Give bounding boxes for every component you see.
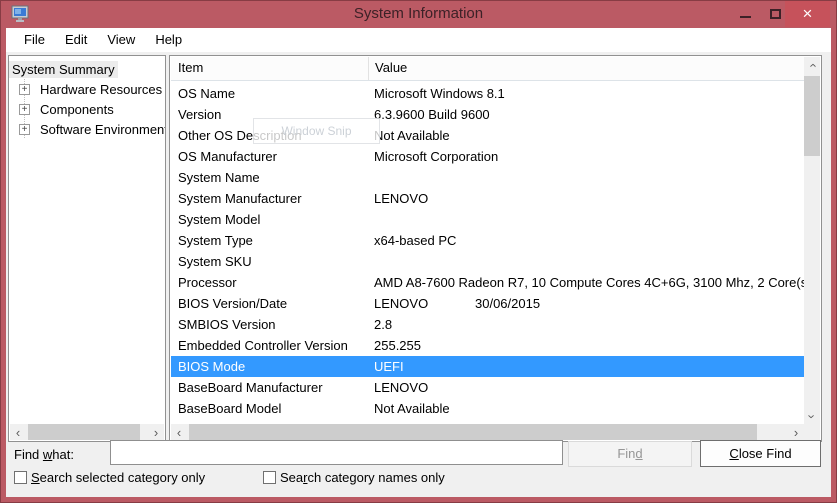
menu-view[interactable]: View <box>97 28 145 52</box>
item-cell: System Model <box>171 209 368 230</box>
item-cell: Embedded Controller Version <box>171 335 368 356</box>
find-input[interactable] <box>110 440 563 465</box>
minimize-button[interactable] <box>732 0 758 27</box>
value-cell: Not Available <box>368 125 804 146</box>
search-selected-category-checkbox[interactable] <box>14 471 27 484</box>
value-cell: LENOVO <box>368 377 804 398</box>
find-button[interactable]: Find <box>568 441 692 467</box>
table-row[interactable]: Embedded Controller Version255.255 <box>171 335 804 356</box>
table-row[interactable]: System Name <box>171 167 804 188</box>
scroll-right-icon[interactable]: › <box>148 424 164 440</box>
item-cell: Processor <box>171 272 368 293</box>
value-cell: Microsoft Windows 8.1 <box>368 83 804 104</box>
value-cell: LENOVO <box>368 188 804 209</box>
close-button[interactable]: × <box>785 1 830 27</box>
search-category-names-option: Search category names only <box>263 470 445 485</box>
menu-file[interactable]: File <box>14 28 55 52</box>
value-cell: 2.8 <box>368 314 804 335</box>
list-header: Item Value <box>171 57 804 81</box>
tree-item-software-environment[interactable]: +Software Environment <box>9 120 148 140</box>
menu-help[interactable]: Help <box>145 28 192 52</box>
item-cell: SMBIOS Version <box>171 314 368 335</box>
table-row[interactable]: SMBIOS Version2.8 <box>171 314 804 335</box>
find-what-label: Find what: <box>14 447 74 462</box>
menu-edit[interactable]: Edit <box>55 28 97 52</box>
tree-horizontal-scrollbar[interactable]: ‹ › <box>10 424 164 440</box>
menu-bar: FileEditViewHelp <box>6 28 831 52</box>
tree-items: System Summary+Hardware Resources+Compon… <box>9 60 148 140</box>
value-cell <box>368 167 804 188</box>
tree-hscroll-thumb[interactable] <box>28 424 140 440</box>
list-horizontal-scrollbar[interactable]: ‹ › <box>171 424 804 440</box>
table-row[interactable]: BaseBoard ManufacturerLENOVO <box>171 377 804 398</box>
maximize-icon <box>770 9 781 19</box>
system-information-window: System Information × FileEditViewHelp Sy… <box>0 0 837 503</box>
table-row[interactable]: ProcessorAMD A8-7600 Radeon R7, 10 Compu… <box>171 272 804 293</box>
value-cell: Microsoft Corporation <box>368 146 804 167</box>
value-cell: UEFI <box>368 356 804 377</box>
tree-item-system-summary[interactable]: System Summary <box>9 60 148 80</box>
expand-icon[interactable]: + <box>19 104 30 115</box>
item-cell: BIOS Version/Date <box>171 293 368 314</box>
scroll-up-icon[interactable]: › <box>804 57 820 73</box>
detail-list-pane: Item Value OS NameMicrosoft Windows 8.1 V… <box>169 55 822 442</box>
snip-ghost-overlay: Window Snip <box>253 118 380 144</box>
category-tree-pane: System Summary+Hardware Resources+Compon… <box>8 55 166 442</box>
table-row[interactable]: BIOS Version/DateLENOVO30/06/2015 <box>171 293 804 314</box>
column-header-item[interactable]: Item <box>171 57 368 80</box>
list-vscroll-thumb[interactable] <box>804 76 820 156</box>
item-cell: System Name <box>171 167 368 188</box>
table-row[interactable]: BIOS ModeUEFI <box>171 356 804 377</box>
scroll-right-icon[interactable]: › <box>788 424 804 440</box>
item-cell: System SKU <box>171 251 368 272</box>
table-row[interactable]: BaseBoard ModelNot Available <box>171 398 804 419</box>
list-vertical-scrollbar[interactable]: › › <box>804 57 820 424</box>
title-bar[interactable]: System Information × <box>0 0 837 28</box>
search-selected-category-label[interactable]: Search selected category only <box>31 470 205 485</box>
item-cell: System Manufacturer <box>171 188 368 209</box>
search-selected-category-option: Search selected category only <box>14 470 205 485</box>
table-row[interactable]: System ManufacturerLENOVO <box>171 188 804 209</box>
search-category-names-label[interactable]: Search category names only <box>280 470 445 485</box>
value-cell: 255.255 <box>368 335 804 356</box>
window-title: System Information <box>0 0 837 28</box>
expand-icon[interactable]: + <box>19 84 30 95</box>
scroll-left-icon[interactable]: ‹ <box>10 424 26 440</box>
scroll-down-icon[interactable]: › <box>804 408 820 424</box>
item-cell: BaseBoard Model <box>171 398 368 419</box>
table-row[interactable]: System Model <box>171 209 804 230</box>
close-icon: × <box>803 4 813 24</box>
value-cell: 6.3.9600 Build 9600 <box>368 104 804 125</box>
table-row[interactable]: OS ManufacturerMicrosoft Corporation <box>171 146 804 167</box>
item-cell: OS Name <box>171 83 368 104</box>
tree-item-label: Hardware Resources <box>37 81 165 98</box>
minimize-icon <box>740 16 751 18</box>
close-find-button[interactable]: Close Find <box>700 440 821 467</box>
value-cell: AMD A8-7600 Radeon R7, 10 Compute Cores … <box>368 272 804 293</box>
value-cell: x64-based PC <box>368 230 804 251</box>
scrollbar-corner <box>804 424 820 440</box>
item-cell: BaseBoard Manufacturer <box>171 377 368 398</box>
table-row[interactable]: System Typex64-based PC <box>171 230 804 251</box>
scroll-left-icon[interactable]: ‹ <box>171 424 187 440</box>
value-cell <box>368 251 804 272</box>
tree-item-label: System Summary <box>9 61 118 78</box>
item-cell: BIOS Mode <box>171 356 368 377</box>
list-hscroll-thumb[interactable] <box>189 424 757 440</box>
value-cell: Not Available <box>368 398 804 419</box>
search-category-names-checkbox[interactable] <box>263 471 276 484</box>
tree-item-label: Components <box>37 101 117 118</box>
table-row[interactable]: OS NameMicrosoft Windows 8.1 <box>171 83 804 104</box>
snip-ghost-label: Window Snip <box>281 124 351 138</box>
tree-item-label: Software Environment <box>37 121 166 138</box>
item-cell: OS Manufacturer <box>171 146 368 167</box>
value-cell: LENOVO30/06/2015 <box>368 293 804 314</box>
value-cell <box>368 209 804 230</box>
expand-icon[interactable]: + <box>19 124 30 135</box>
tree-item-hardware-resources[interactable]: +Hardware Resources <box>9 80 148 100</box>
column-header-value[interactable]: Value <box>368 57 804 80</box>
table-row[interactable]: System SKU <box>171 251 804 272</box>
tree-item-components[interactable]: + Components <box>9 100 148 120</box>
item-cell: System Type <box>171 230 368 251</box>
